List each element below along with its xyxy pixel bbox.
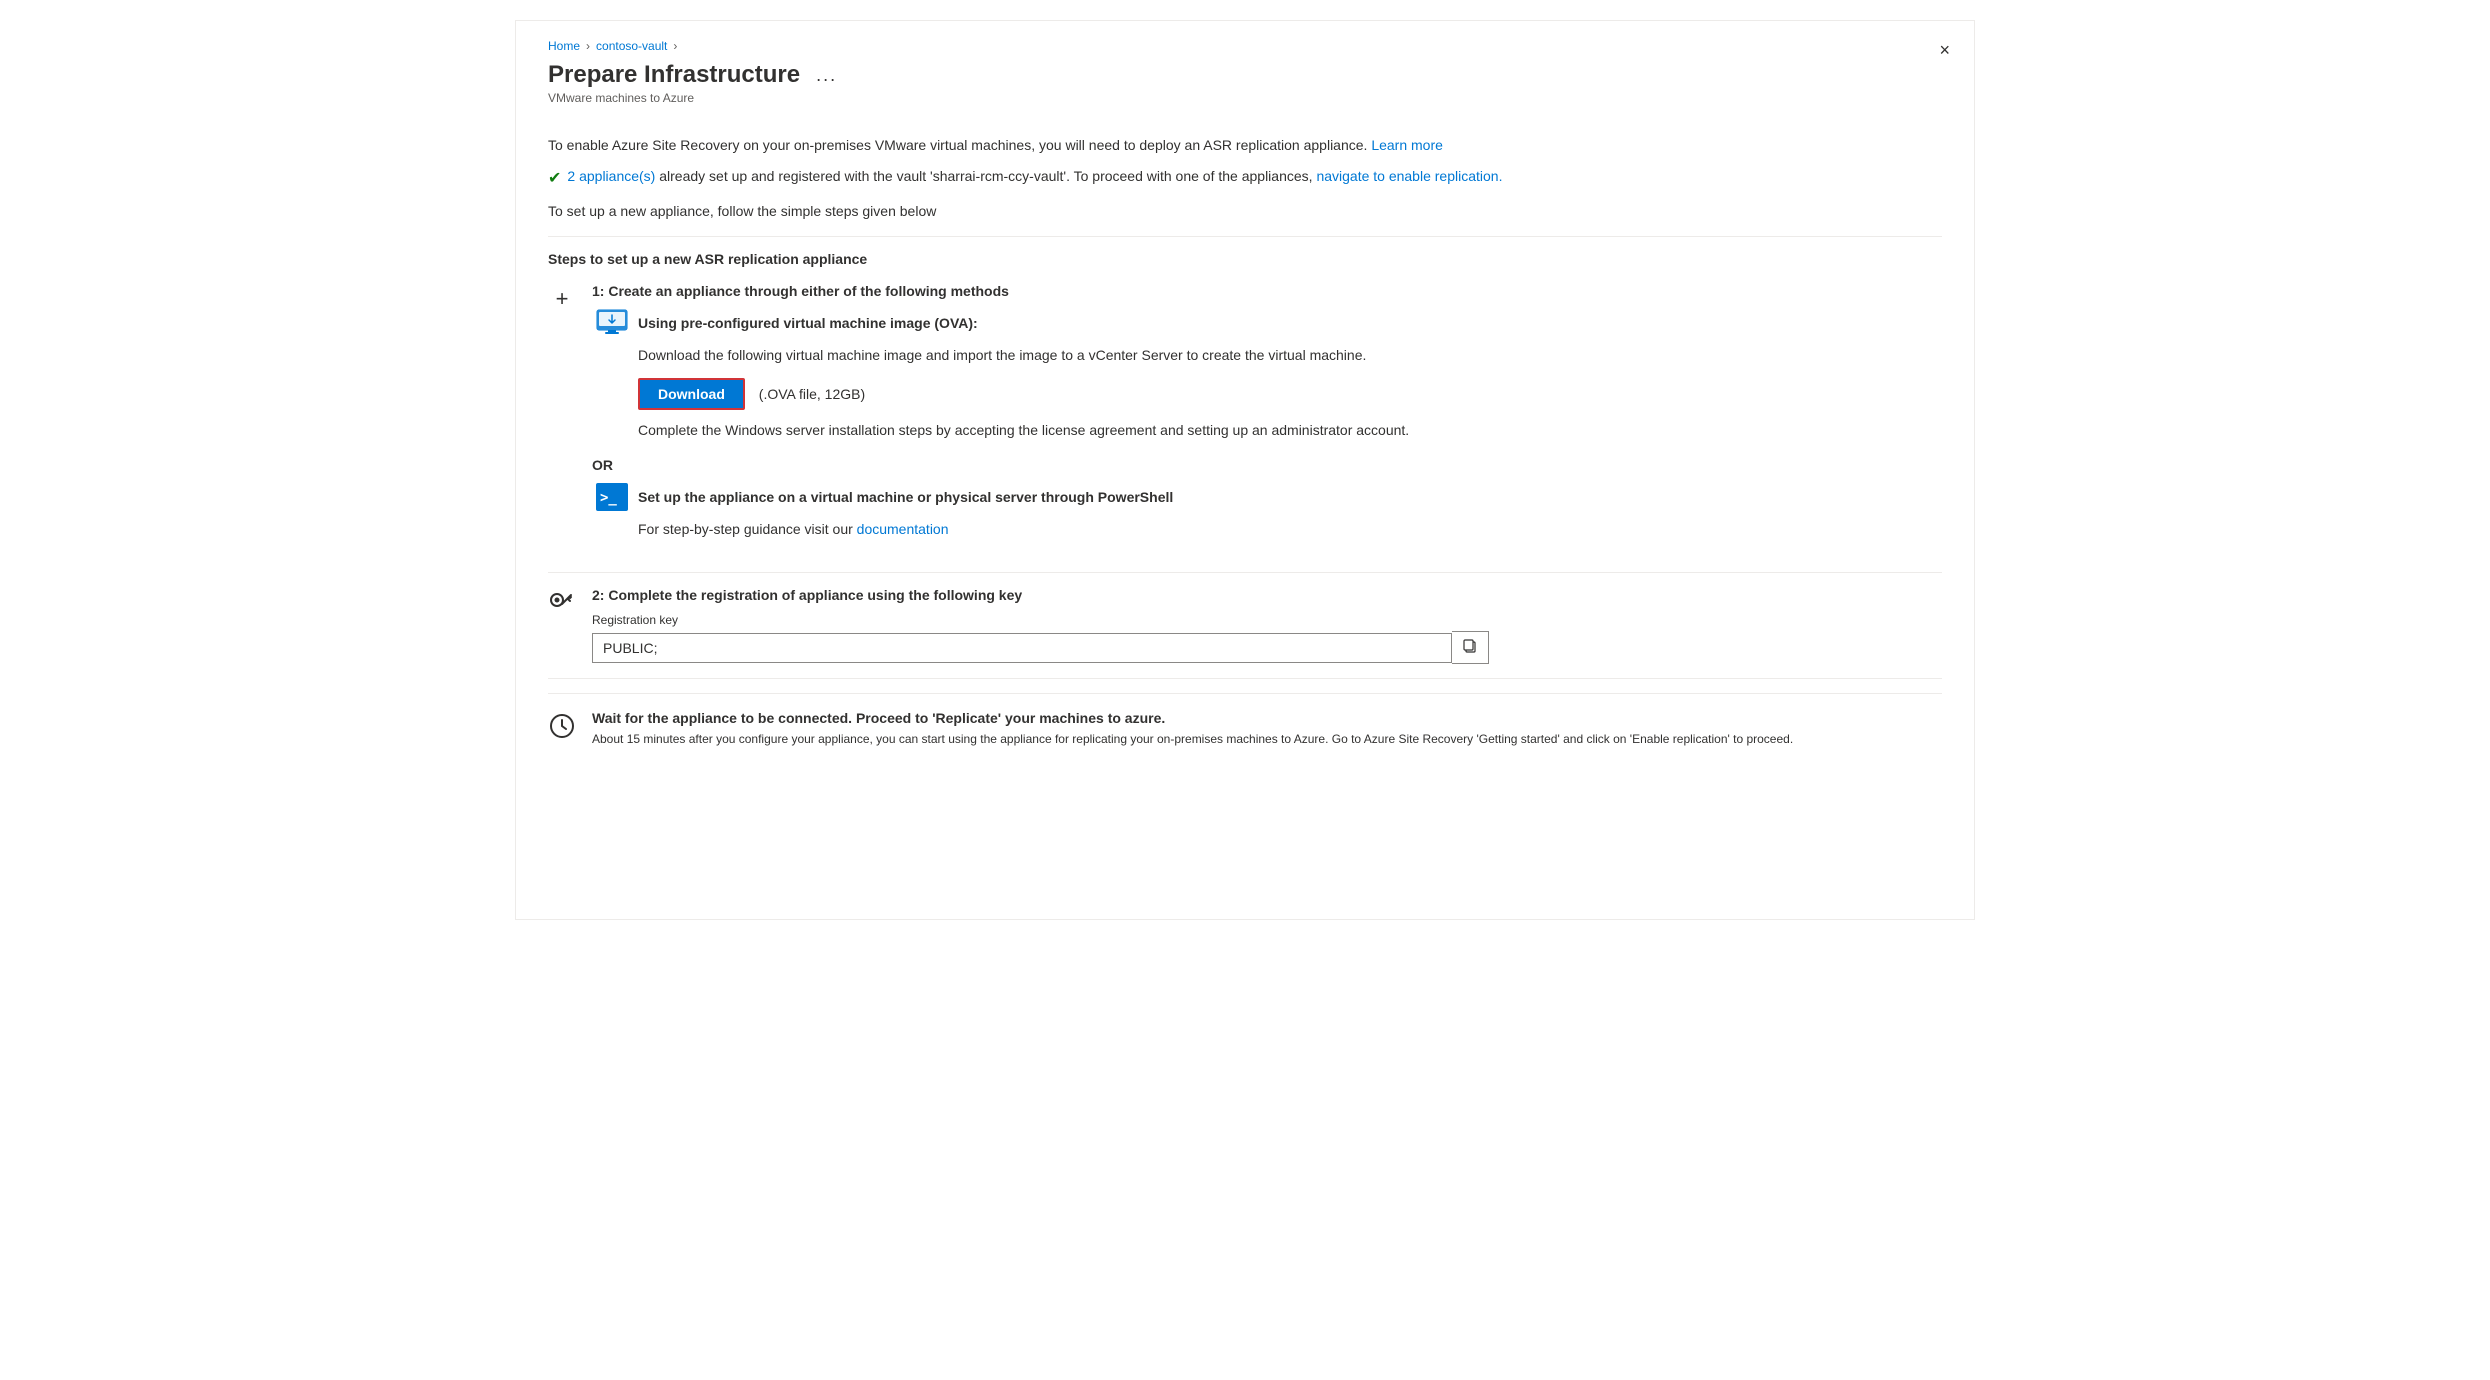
chevron-icon-2: ›: [673, 39, 677, 53]
wait-bold-text: Wait for the appliance to be connected. …: [592, 710, 1942, 726]
documentation-link[interactable]: documentation: [857, 521, 949, 537]
plus-icon: +: [556, 288, 569, 310]
step1-content: 1: Create an appliance through either of…: [592, 283, 1942, 556]
svg-text:>_: >_: [600, 490, 617, 506]
breadcrumb-home[interactable]: Home: [548, 39, 580, 53]
learn-more-link[interactable]: Learn more: [1371, 137, 1443, 153]
method-ova-desc: Download the following virtual machine i…: [596, 345, 1942, 366]
success-icon: ✔: [548, 167, 561, 191]
method-ova-title: Using pre-configured virtual machine ima…: [638, 315, 978, 331]
wait-content: Wait for the appliance to be connected. …: [592, 710, 1942, 748]
panel-subtitle: VMware machines to Azure: [548, 91, 1942, 105]
step2-heading: 2: Complete the registration of applianc…: [592, 587, 1942, 603]
download-action-row: Download (.OVA file, 12GB): [596, 378, 1942, 410]
method-ps-block: >_ Set up the appliance on a virtual mac…: [592, 483, 1942, 540]
intro-text: To enable Azure Site Recovery on your on…: [548, 135, 1942, 156]
file-info-text: (.OVA file, 12GB): [759, 386, 865, 402]
reg-key-input[interactable]: [592, 633, 1452, 663]
step2-row: 2: Complete the registration of applianc…: [548, 587, 1942, 664]
key-icon: [548, 589, 576, 617]
appliance-status-row: ✔2 appliance(s) already set up and regis…: [548, 166, 1942, 191]
wait-detail-text: About 15 minutes after you configure you…: [592, 730, 1942, 748]
prepare-infrastructure-panel: Home › contoso-vault › Prepare Infrastru…: [515, 20, 1975, 920]
appliance-count-link[interactable]: 2 appliance(s): [567, 168, 655, 184]
method-ps-desc: For step-by-step guidance visit our docu…: [596, 519, 1942, 540]
divider-1: [548, 236, 1942, 237]
navigate-enable-link[interactable]: navigate to enable replication.: [1316, 168, 1502, 184]
method-ova-block: Using pre-configured virtual machine ima…: [592, 309, 1942, 441]
method-ova-header: Using pre-configured virtual machine ima…: [596, 309, 1942, 337]
method-ps-header: >_ Set up the appliance on a virtual mac…: [596, 483, 1942, 511]
panel-body: To enable Azure Site Recovery on your on…: [516, 117, 1974, 788]
divider-2: [548, 572, 1942, 573]
method-ps-title: Set up the appliance on a virtual machin…: [638, 489, 1173, 505]
step2-content: 2: Complete the registration of applianc…: [592, 587, 1942, 664]
clock-icon: [548, 712, 576, 740]
or-divider: OR: [592, 457, 1942, 473]
close-button[interactable]: ×: [1939, 41, 1950, 59]
wait-row: Wait for the appliance to be connected. …: [548, 693, 1942, 764]
steps-section-title: Steps to set up a new ASR replication ap…: [548, 251, 1942, 267]
page-title: Prepare Infrastructure: [548, 61, 800, 89]
reg-key-label: Registration key: [592, 613, 1942, 627]
monitor-download-icon: [596, 309, 628, 337]
chevron-icon-1: ›: [586, 39, 590, 53]
download-button[interactable]: Download: [638, 378, 745, 410]
copy-button[interactable]: [1452, 631, 1489, 664]
new-appliance-text: To set up a new appliance, follow the si…: [548, 201, 1942, 222]
more-options-button[interactable]: ...: [810, 63, 843, 88]
powershell-icon: >_: [596, 483, 628, 511]
step1-row: + 1: Create an appliance through either …: [548, 283, 1942, 556]
step1-icon: +: [548, 285, 576, 313]
breadcrumb: Home › contoso-vault ›: [548, 39, 1942, 53]
method-ova-note: Complete the Windows server installation…: [596, 420, 1942, 441]
step1-heading: 1: Create an appliance through either of…: [592, 283, 1942, 299]
panel-header: Home › contoso-vault › Prepare Infrastru…: [516, 21, 1974, 117]
divider-3: [548, 678, 1942, 679]
breadcrumb-vault[interactable]: contoso-vault: [596, 39, 667, 53]
reg-key-input-row: [592, 631, 1942, 664]
